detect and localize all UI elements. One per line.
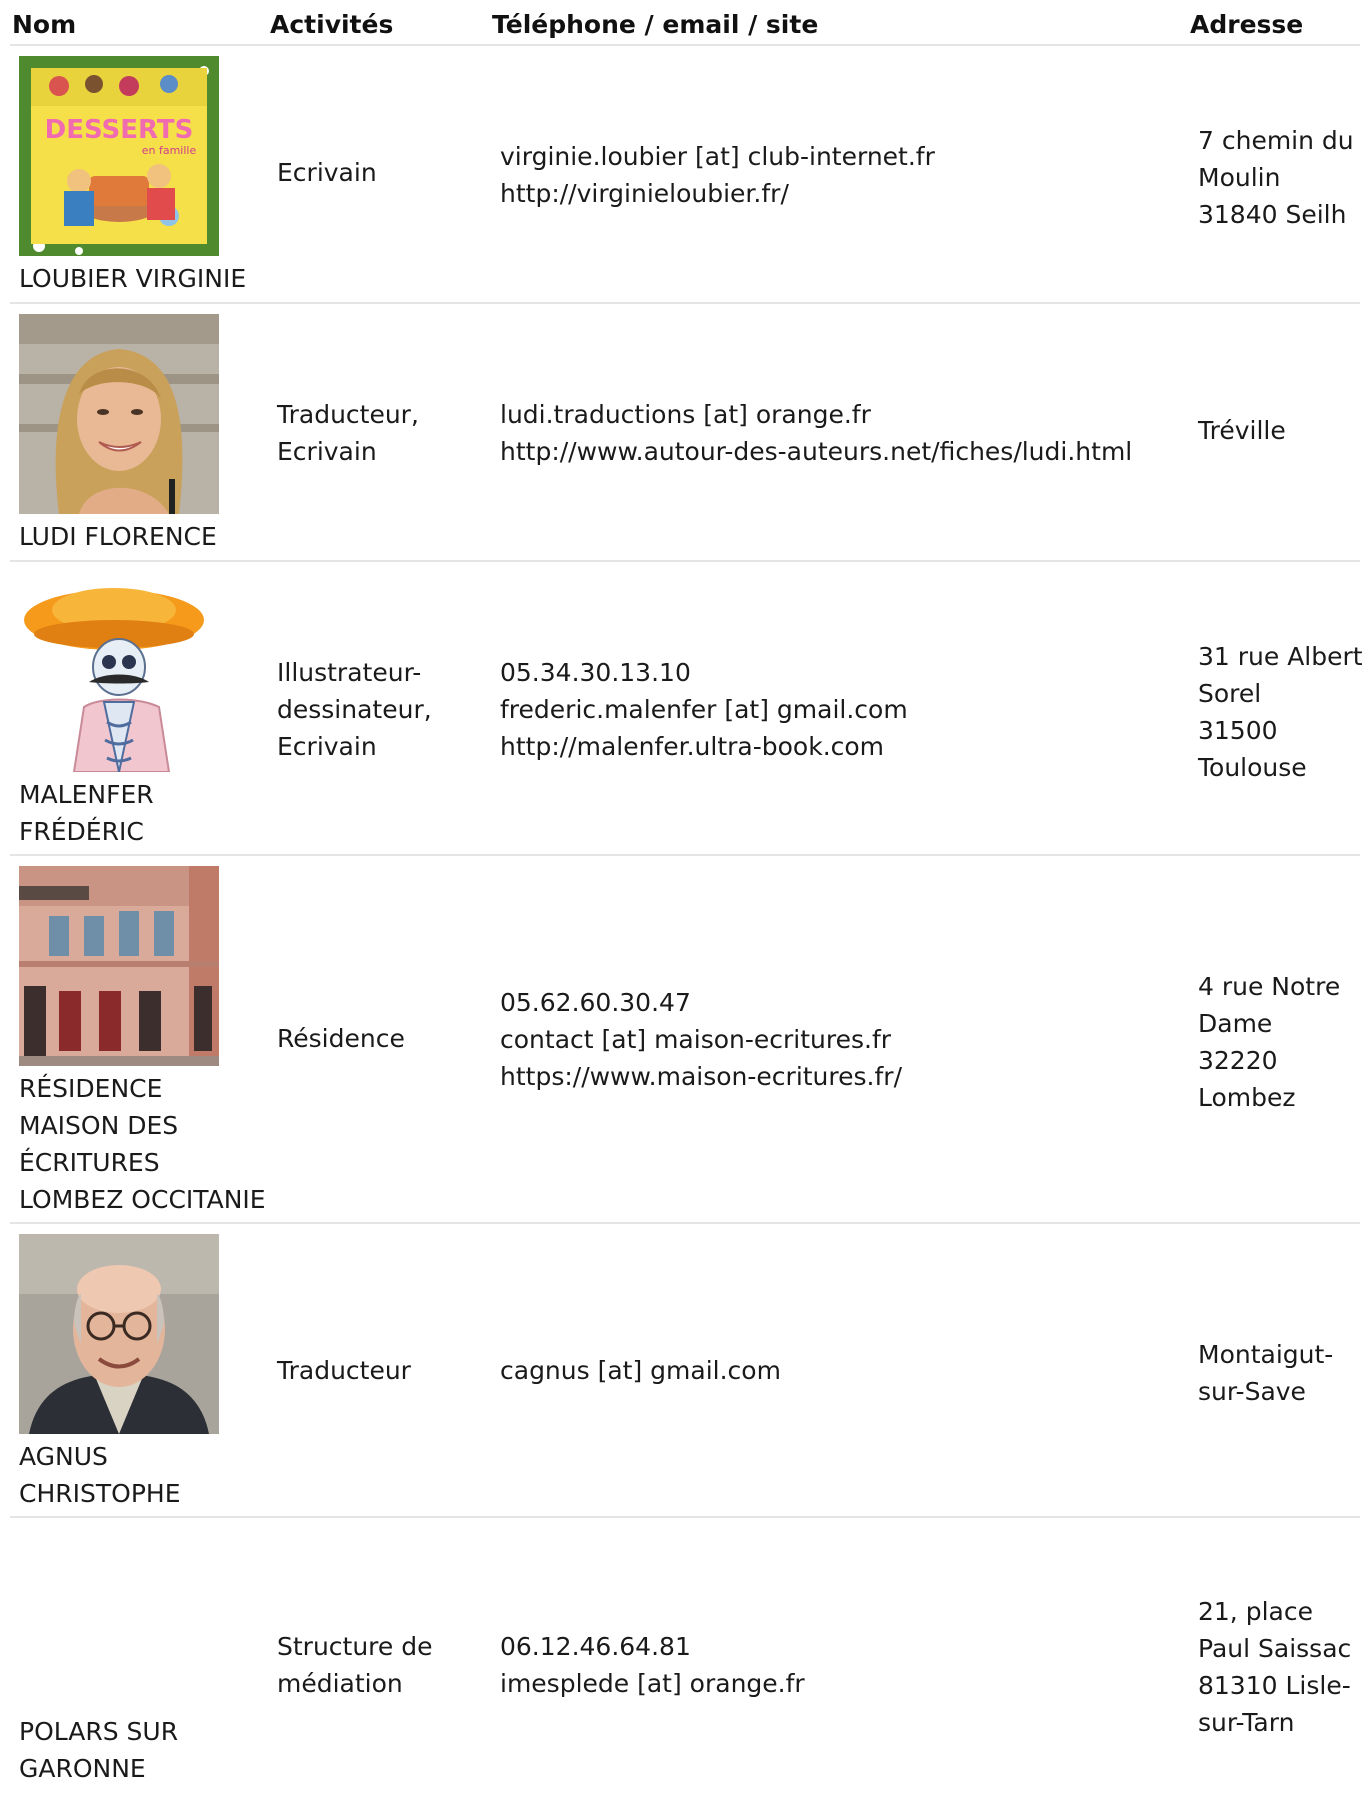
table-row: AGNUS CHRISTOPHE Traducteur cagnus [at] … [10, 1224, 1360, 1518]
table-row: POLARS SUR GARONNE Structure de médiatio… [10, 1518, 1360, 1783]
email-link[interactable]: ludi.traductions [at] orange.fr [500, 396, 1180, 433]
phone-number[interactable]: 06.12.46.64.81 [500, 1628, 1180, 1665]
column-header-contact[interactable]: Téléphone / email / site [492, 10, 818, 40]
activity: Traducteur [277, 1356, 411, 1385]
contact-name: MALENFER FRÉDÉRIC [19, 780, 154, 846]
contact-info: 05.62.60.30.47 contact [at] maison-ecrit… [500, 984, 1180, 1095]
address: 31 rue Albert Sorel 31500 Toulouse [1198, 642, 1363, 782]
building-facade-image[interactable] [19, 866, 219, 1066]
table-header: Nom Activités Téléphone / email / site A… [10, 0, 1360, 46]
contact-name: RÉSIDENCE MAISON DES ÉCRITURES LOMBEZ OC… [19, 1074, 266, 1214]
contact-info: ludi.traductions [at] orange.fr http://w… [500, 396, 1180, 470]
address: 7 chemin du Moulin 31840 Seilh [1198, 126, 1354, 229]
book-subtitle-text: en famille [142, 144, 197, 157]
website-link[interactable]: http://malenfer.ultra-book.com [500, 728, 1180, 765]
phone-number[interactable]: 05.62.60.30.47 [500, 984, 1180, 1021]
email-link[interactable]: imesplede [at] orange.fr [500, 1665, 1180, 1702]
contact-info: cagnus [at] gmail.com [500, 1352, 1180, 1389]
table-row: LUDI FLORENCE Traducteur, Ecrivain ludi.… [10, 304, 1360, 562]
activity: Résidence [277, 1024, 405, 1053]
column-header-adresse[interactable]: Adresse [1190, 10, 1303, 40]
contact-name: LUDI FLORENCE [19, 522, 217, 551]
column-header-activites[interactable]: Activités [270, 10, 393, 40]
email-link[interactable]: virginie.loubier [at] club-internet.fr [500, 138, 1180, 175]
table-row: RÉSIDENCE MAISON DES ÉCRITURES LOMBEZ OC… [10, 856, 1360, 1224]
address: 21, place Paul Saissac 81310 Lisle- sur-… [1198, 1597, 1352, 1737]
contact-info: virginie.loubier [at] club-internet.fr h… [500, 138, 1180, 212]
activity: Ecrivain [277, 158, 377, 187]
email-link[interactable]: cagnus [at] gmail.com [500, 1352, 1180, 1389]
email-link[interactable]: contact [at] maison-ecritures.fr [500, 1021, 1180, 1058]
email-link[interactable]: frederic.malenfer [at] gmail.com [500, 691, 1180, 728]
address: 4 rue Notre Dame 32220 Lombez [1198, 972, 1341, 1112]
contact-name: AGNUS CHRISTOPHE [19, 1442, 181, 1508]
contact-name: POLARS SUR GARONNE [19, 1717, 179, 1783]
website-link[interactable]: http://www.autour-des-auteurs.net/fiches… [500, 433, 1180, 470]
website-link[interactable]: https://www.maison-ecritures.fr/ [500, 1058, 1180, 1095]
address: Tréville [1198, 416, 1286, 445]
activity: Structure de médiation [277, 1632, 433, 1698]
column-header-nom[interactable]: Nom [12, 10, 76, 40]
portrait-woman-image[interactable] [19, 314, 219, 514]
address: Montaigut- sur-Save [1198, 1340, 1334, 1406]
activity: Illustrateur- dessinateur, Ecrivain [277, 658, 432, 761]
skeleton-sombrero-illustration[interactable] [19, 572, 219, 772]
activity: Traducteur, Ecrivain [277, 400, 419, 466]
table-row: MALENFER FRÉDÉRIC Illustrateur- dessinat… [10, 562, 1363, 856]
directory-table: Nom Activités Téléphone / email / site A… [0, 0, 1368, 1783]
phone-number[interactable]: 05.34.30.13.10 [500, 654, 1180, 691]
table-row: DESSERTS en famille LOUBIER VIRGINIE Ecr… [10, 46, 1360, 304]
portrait-man-glasses-image[interactable] [19, 1234, 219, 1434]
contact-info: 05.34.30.13.10 frederic.malenfer [at] gm… [500, 654, 1180, 765]
book-title-text: DESSERTS [45, 115, 194, 145]
website-link[interactable]: http://virginieloubier.fr/ [500, 175, 1180, 212]
contact-name: LOUBIER VIRGINIE [19, 264, 247, 293]
book-cover-desserts-image[interactable]: DESSERTS en famille [19, 56, 219, 256]
contact-info: 06.12.46.64.81 imesplede [at] orange.fr [500, 1628, 1180, 1702]
